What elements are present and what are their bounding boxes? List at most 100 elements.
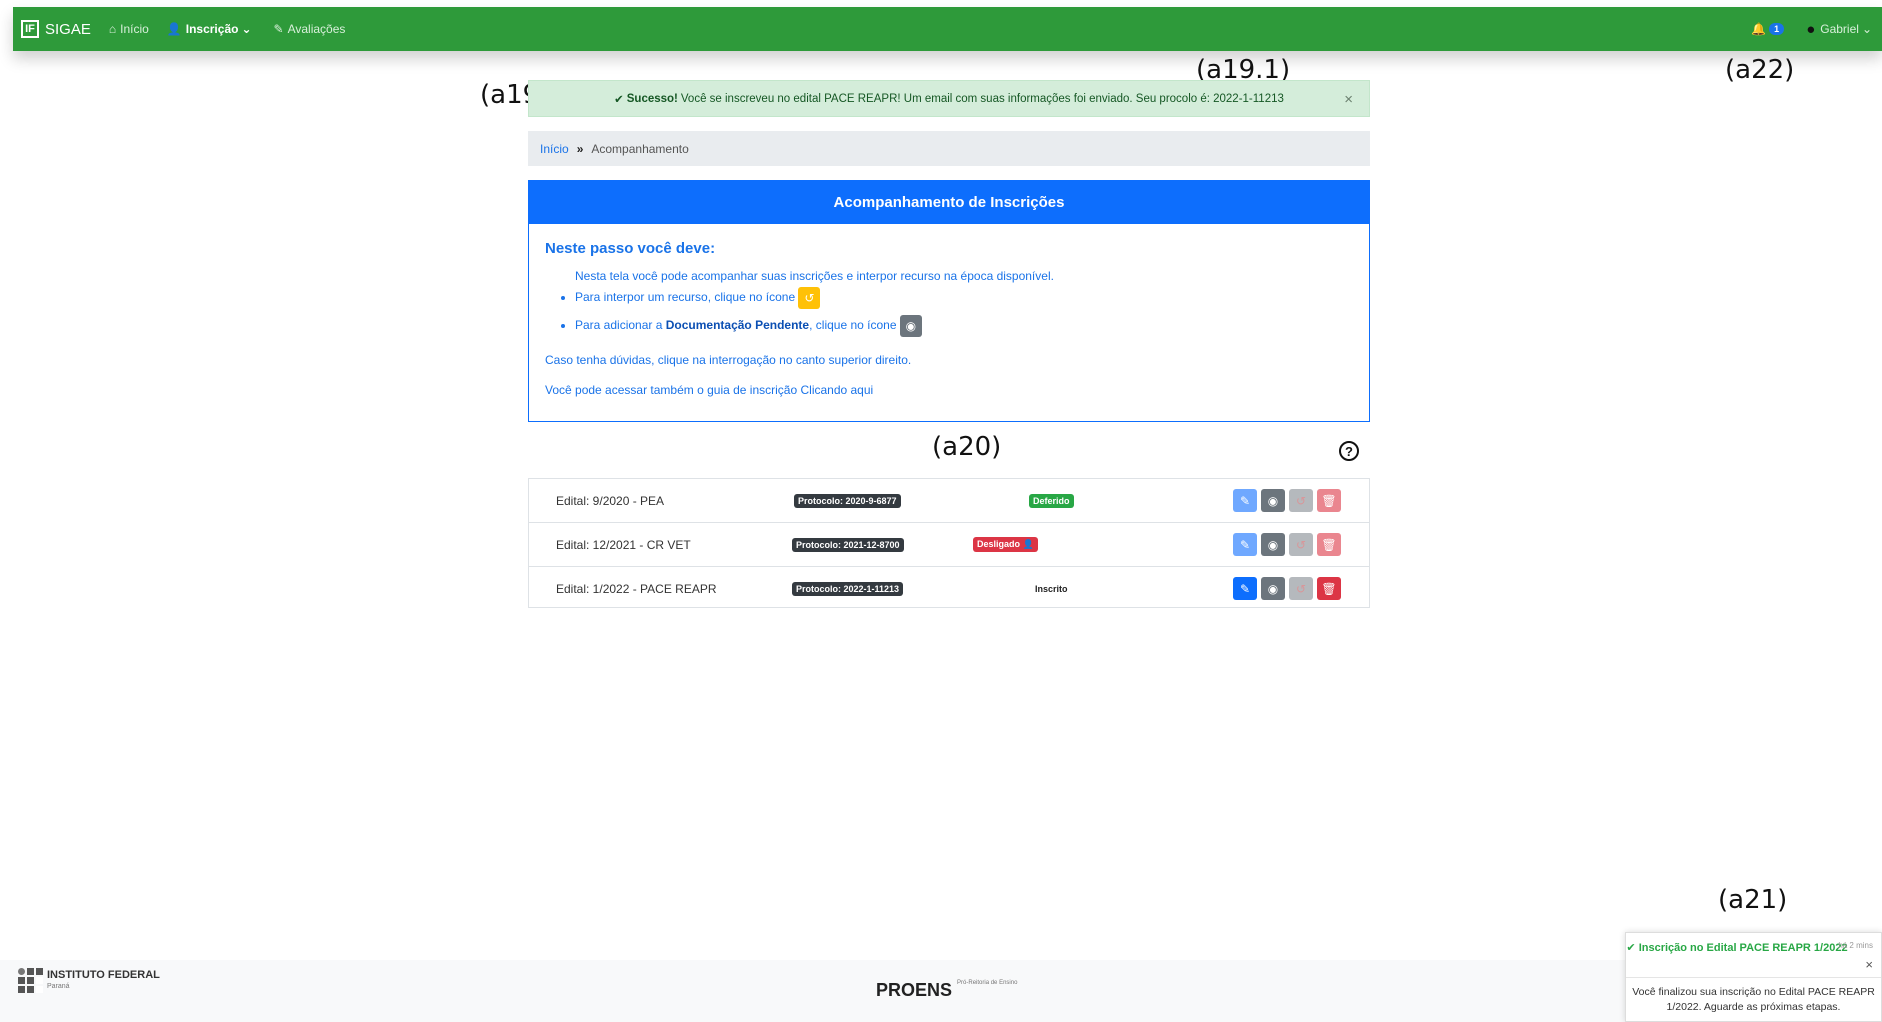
instruction-recurso-text: Para interpor um recurso, clique no ícon… (575, 290, 796, 305)
toast-time: há 2 mins (1838, 941, 1873, 950)
eye-icon: ◉ (1267, 537, 1279, 552)
alert-close-button[interactable]: × (1344, 91, 1353, 108)
success-alert: ✔ Sucesso! Você se inscreveu no edital P… (528, 80, 1370, 117)
recurso-button[interactable]: ↺ (1289, 489, 1313, 512)
trash-icon: 🗑 (1321, 537, 1337, 552)
chevron-down-icon: ⌄ (241, 22, 252, 36)
help-question-icon[interactable]: ? (1339, 441, 1359, 461)
if-text: INSTITUTO FEDERAL Paraná (47, 968, 160, 992)
protocolo-badge: Protocolo: 2020-9-6877 (794, 493, 901, 508)
delete-button[interactable]: 🗑 (1317, 577, 1341, 600)
notification-badge: 1 (1769, 23, 1785, 35)
pencil-icon: ✎ (1239, 537, 1251, 552)
protocolo-badge: Protocolo: 2021-12-8700 (792, 537, 904, 552)
nav-inscricao[interactable]: 👤 Inscrição ⌄ (167, 22, 256, 36)
table-row: Edital: 12/2021 - CR VET Protocolo: 2021… (529, 523, 1369, 567)
navbar-right: 🔔 1 ● Gabriel ⌄ (1751, 21, 1872, 38)
instruction-doc-pre: Para adicionar a (575, 318, 666, 333)
info-card: Acompanhamento de Inscrições Neste passo… (528, 180, 1370, 422)
view-button[interactable]: ◉ (1261, 533, 1285, 556)
brand[interactable]: IF SIGAE (21, 20, 91, 38)
instruction-recurso: Para interpor um recurso, clique no ícon… (575, 287, 1353, 309)
toast-body: Você finalizou sua inscrição no Edital P… (1632, 986, 1875, 1013)
instructions-list: Para interpor um recurso, clique no ícon… (545, 287, 1353, 337)
view-button[interactable]: ◉ (1261, 577, 1285, 600)
card-intro: Nesta tela você pode acompanhar suas ins… (575, 269, 1054, 283)
breadcrumb-home-link[interactable]: Início (540, 142, 569, 156)
notifications-button[interactable]: 🔔 1 (1751, 22, 1785, 36)
chevron-down-icon: ⌄ (1861, 22, 1872, 36)
instituto-federal-logo: INSTITUTO FEDERAL Paraná (18, 968, 160, 993)
edital-name: Edital: 9/2020 - PEA (556, 493, 665, 508)
breadcrumb: Início » Acompanhamento (528, 131, 1370, 166)
toast-header: ✔ Inscrição no Edital PACE REAPR 1/2022 … (1626, 933, 1881, 978)
instruction-doc-bold: Documentação Pendente (665, 318, 810, 333)
bell-icon: 🔔 (1751, 22, 1767, 36)
row-actions: ✎ ◉ ↺ 🗑 (1233, 533, 1341, 556)
edit-button[interactable]: ✎ (1233, 489, 1257, 512)
card-heading: Neste passo você deve: (545, 240, 716, 257)
inscricoes-table: Edital: 9/2020 - PEA Protocolo: 2020-9-6… (528, 478, 1370, 608)
eye-icon: ◉ (899, 315, 922, 337)
nav-avaliacoes[interactable]: ✎ Avaliações (274, 22, 346, 36)
if-logo-icon: IF (21, 20, 39, 38)
nav-inscricao-label: Inscrição (185, 22, 239, 36)
nav-inicio[interactable]: ⌂ Início (109, 22, 149, 36)
home-icon: ⌂ (108, 22, 117, 36)
if-grid-icon (18, 968, 43, 993)
card-body: Neste passo você deve: Nesta tela você p… (529, 224, 1369, 411)
breadcrumb-separator: » (576, 141, 584, 156)
edit-icon: ✎ (273, 22, 284, 36)
card-doubts: Caso tenha dúvidas, clique na interrogaç… (545, 353, 912, 367)
edit-button[interactable]: ✎ (1233, 577, 1257, 600)
view-button[interactable]: ◉ (1261, 489, 1285, 512)
alert-strong: Sucesso! (626, 92, 678, 105)
history-icon: ↺ (1295, 493, 1307, 508)
proens-logo: PROENS Pró-Reitoria de Ensino (876, 980, 1017, 1001)
user-plus-icon: 👤 (166, 22, 182, 36)
status-badge: Desligado 👤 (973, 537, 1038, 552)
user-menu[interactable]: ● Gabriel ⌄ (1806, 21, 1872, 38)
row-actions: ✎ ◉ ↺ 🗑 (1233, 489, 1341, 512)
annotation-a22: (a22) (1725, 55, 1795, 85)
user-icon: ● (1806, 20, 1816, 38)
eye-icon: ◉ (1267, 581, 1279, 596)
protocolo-badge: Protocolo: 2022-1-11213 (792, 581, 904, 596)
status-text: Inscrito (1035, 583, 1068, 594)
edit-button[interactable]: ✎ (1233, 533, 1257, 556)
recurso-button[interactable]: ↺ (1289, 533, 1313, 556)
toast-notification: ✔ Inscrição no Edital PACE REAPR 1/2022 … (1625, 932, 1882, 1022)
edital-name: Edital: 1/2022 - PACE REAPR (556, 581, 717, 596)
guide-link[interactable]: Você pode acessar também o guia de inscr… (545, 383, 1353, 397)
card-title: Acompanhamento de Inscrições (529, 181, 1369, 224)
brand-name: SIGAE (45, 20, 91, 38)
user-name: Gabriel (1820, 22, 1859, 36)
breadcrumb-current: Acompanhamento (591, 141, 689, 156)
instruction-documentacao: Para adicionar a Documentação Pendente, … (575, 315, 1353, 337)
nav-avaliacoes-label: Avaliações (287, 22, 346, 36)
nav-inicio-label: Início (120, 22, 149, 36)
history-icon: ↺ (1295, 537, 1307, 552)
row-actions: ✎ ◉ ↺ 🗑 (1233, 577, 1341, 600)
toast-title-text: Inscrição no Edital PACE REAPR 1/2022 (1638, 942, 1848, 954)
toast-close-button[interactable]: × (1865, 957, 1873, 972)
annotation-a20: (a20) (932, 432, 1002, 462)
proens-name: PROENS (876, 980, 953, 1000)
history-icon: ↺ (798, 287, 821, 309)
alert-text: Você se inscreveu no edital PACE REAPR! … (680, 92, 1284, 105)
delete-button[interactable]: 🗑 (1317, 533, 1341, 556)
instruction-doc-post: , clique no ícone (809, 318, 897, 333)
proens-subtitle: Pró-Reitoria de Ensino (957, 980, 1018, 986)
trash-icon: 🗑 (1321, 493, 1337, 508)
delete-button[interactable]: 🗑 (1317, 489, 1341, 512)
check-circle-icon: ✔ (614, 93, 624, 106)
recurso-button[interactable]: ↺ (1289, 577, 1313, 600)
history-icon: ↺ (1295, 581, 1307, 596)
eye-icon: ◉ (1267, 493, 1279, 508)
pencil-icon: ✎ (1239, 581, 1251, 596)
table-row: Edital: 9/2020 - PEA Protocolo: 2020-9-6… (529, 479, 1369, 523)
pencil-icon: ✎ (1239, 493, 1251, 508)
if-name: INSTITUTO FEDERAL (47, 968, 160, 981)
edital-name: Edital: 12/2021 - CR VET (556, 537, 691, 552)
trash-icon: 🗑 (1321, 581, 1337, 596)
